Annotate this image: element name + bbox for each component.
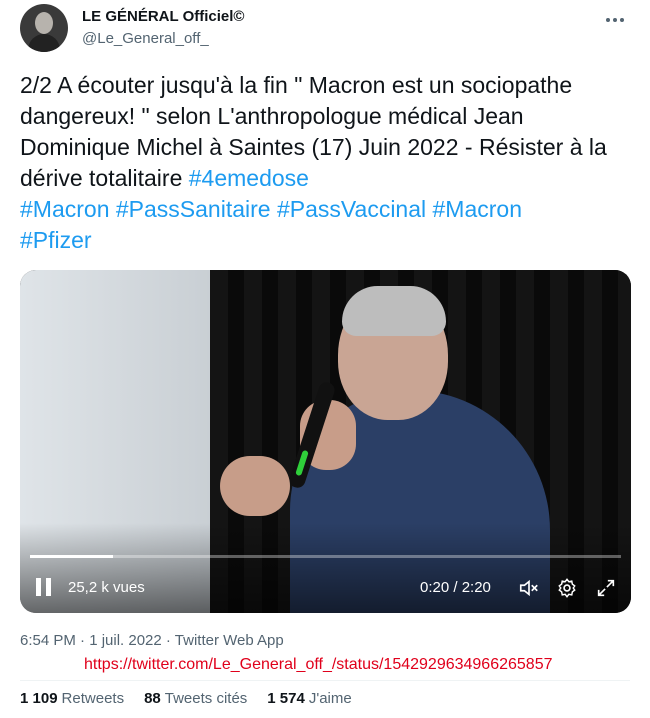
- hashtag-pfizer[interactable]: #Pfizer: [20, 227, 92, 253]
- divider: [20, 680, 630, 681]
- likes-stat[interactable]: 1 574 J'aime: [267, 690, 351, 707]
- source-url: https://twitter.com/Le_General_off_/stat…: [84, 656, 553, 673]
- display-name[interactable]: LE GÉNÉRAL Officiel©: [82, 8, 244, 25]
- quotes-stat[interactable]: 88 Tweets cités: [144, 690, 247, 707]
- tweet-text: 2/2 A écouter jusqu'à la fin " Macron es…: [20, 70, 630, 256]
- video-progress-bar[interactable]: [30, 555, 621, 558]
- video-player[interactable]: 25,2 k vues 0:20 / 2:20: [20, 270, 631, 613]
- avatar[interactable]: [20, 4, 68, 52]
- hashtag-4emedose[interactable]: #4emedose: [189, 165, 309, 191]
- speaker-hair: [342, 286, 446, 336]
- user-handle[interactable]: @Le_General_off_: [82, 30, 209, 47]
- likes-label: J'aime: [308, 690, 352, 707]
- tweet-header: LE GÉNÉRAL Officiel© @Le_General_off_: [20, 4, 630, 58]
- video-progress-fill: [30, 555, 113, 558]
- retweets-stat[interactable]: 1 109 Retweets: [20, 690, 124, 707]
- quotes-label: Tweets cités: [164, 690, 248, 707]
- retweets-label: Retweets: [61, 690, 125, 707]
- retweets-count: 1 109: [20, 690, 58, 707]
- tweet-body: 2/2 A écouter jusqu'à la fin " Macron es…: [20, 72, 607, 191]
- tweet-meta[interactable]: 6:54 PM · 1 juil. 2022 · Twitter Web App: [20, 632, 284, 649]
- likes-count: 1 574: [267, 690, 305, 707]
- tweet-stats: 1 109 Retweets 88 Tweets cités 1 574 J'aime: [20, 690, 352, 707]
- mute-icon[interactable]: [518, 577, 540, 599]
- view-count: 25,2 k vues: [68, 579, 145, 596]
- hashtag-passsanitaire[interactable]: #PassSanitaire: [116, 196, 271, 222]
- more-options-icon[interactable]: [600, 10, 630, 30]
- avatar-face: [35, 12, 53, 34]
- hashtag-passvaccinal[interactable]: #PassVaccinal: [277, 196, 426, 222]
- avatar-body: [28, 34, 60, 52]
- video-time: 0:20 / 2:20: [420, 579, 491, 596]
- quotes-count: 88: [144, 690, 161, 707]
- settings-gear-icon[interactable]: [556, 577, 578, 599]
- fullscreen-icon[interactable]: [595, 577, 617, 599]
- video-controls: 25,2 k vues 0:20 / 2:20: [20, 573, 631, 603]
- hashtag-macron[interactable]: #Macron: [20, 196, 109, 222]
- pause-icon[interactable]: [36, 578, 54, 598]
- speaker-gesture-hand: [220, 456, 290, 516]
- hashtag-macron-2[interactable]: #Macron: [433, 196, 522, 222]
